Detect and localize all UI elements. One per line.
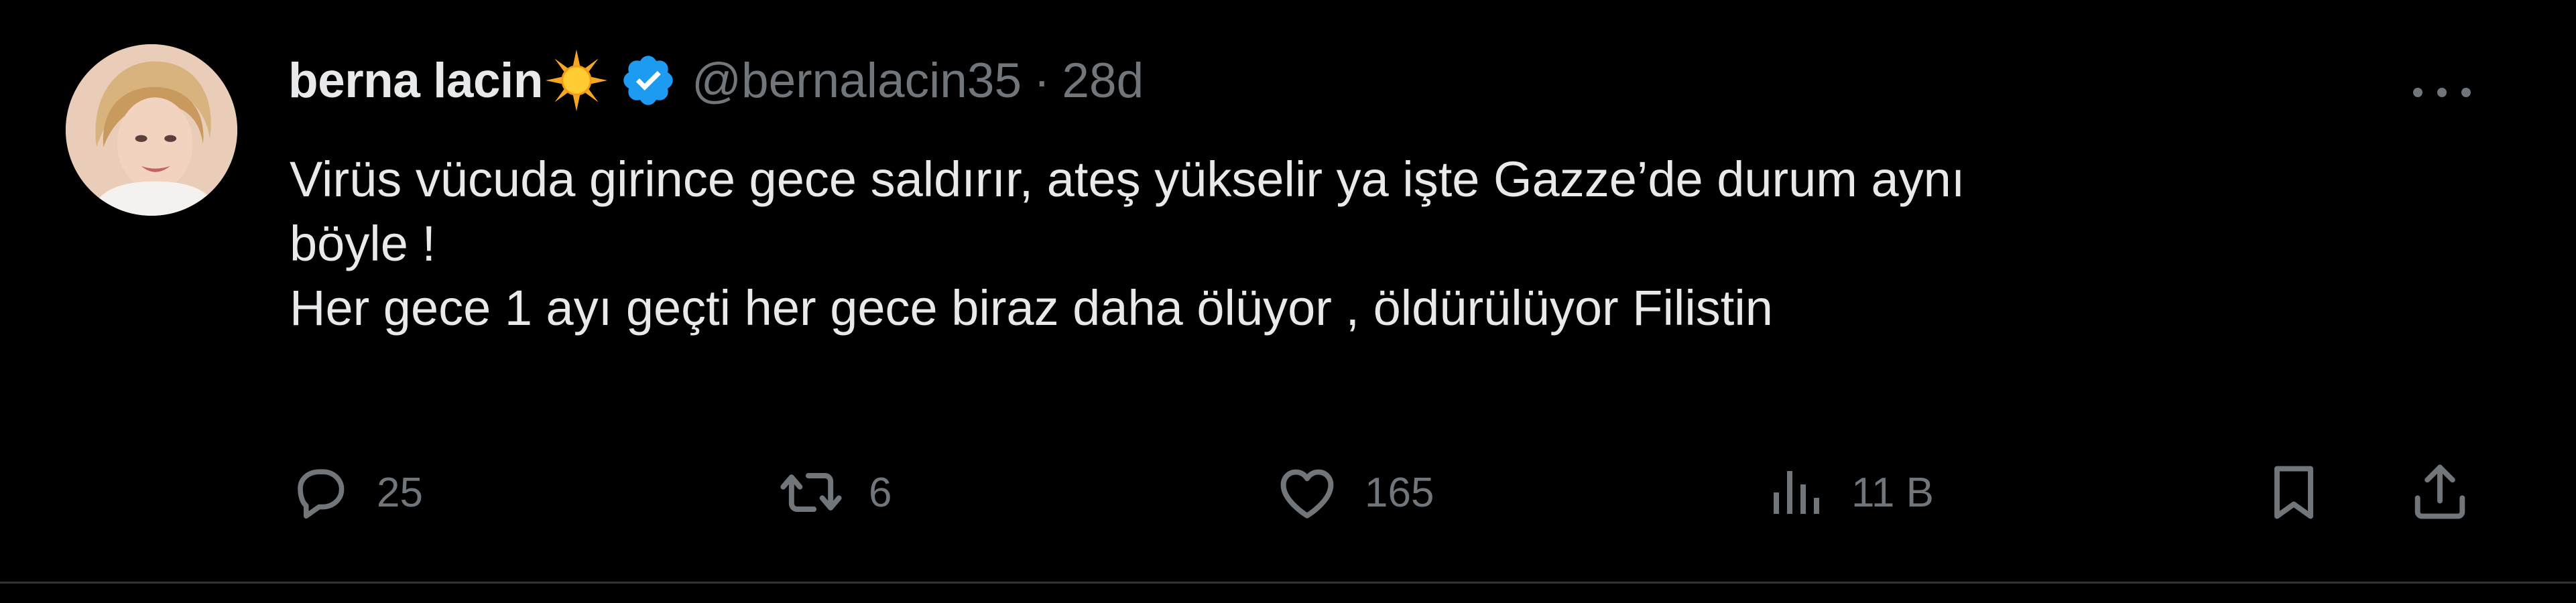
user-handle[interactable]: @bernalacin35 xyxy=(692,53,1022,109)
tweet-text-line: böyle ! xyxy=(290,216,436,271)
avatar-image xyxy=(66,44,237,216)
retweet-icon xyxy=(778,459,845,526)
views-count: 11 B xyxy=(1851,469,1934,516)
tweet-timestamp[interactable]: 28d xyxy=(1062,53,1144,109)
verified-badge-icon[interactable] xyxy=(619,52,677,109)
action-bar: 25 6 165 11 B xyxy=(0,456,2576,529)
display-name[interactable]: berna lacin xyxy=(288,53,543,109)
avatar[interactable] xyxy=(66,44,237,216)
tweet-text-line: Her gece 1 ayı geçti her gece biraz daha… xyxy=(290,280,1773,336)
views-button[interactable]: 11 B xyxy=(1763,456,1934,529)
retweet-button[interactable]: 6 xyxy=(778,456,892,529)
reply-icon xyxy=(288,460,353,525)
share-icon xyxy=(2406,459,2473,526)
tweet-text: Virüs vücuda girince gece saldırır, ateş… xyxy=(290,147,2502,340)
divider xyxy=(0,582,2576,584)
sun-emoji-icon xyxy=(544,48,609,113)
like-count: 165 xyxy=(1365,469,1434,516)
retweet-count: 6 xyxy=(869,469,892,516)
bookmark-icon xyxy=(2260,459,2327,526)
like-button[interactable]: 165 xyxy=(1274,456,1434,529)
views-icon xyxy=(1763,460,1827,525)
separator-dot: · xyxy=(1034,53,1050,108)
reply-count: 25 xyxy=(377,469,423,516)
bookmark-button[interactable] xyxy=(2260,456,2327,529)
reply-button[interactable]: 25 xyxy=(288,456,423,529)
tweet-card[interactable]: berna lacin @bernalacin35 · 28d Virüs vü… xyxy=(0,0,2576,603)
tweet-text-line: Virüs vücuda girince gece saldırır, ateş… xyxy=(290,151,1965,207)
heart-icon xyxy=(1274,459,1341,526)
more-options-icon[interactable] xyxy=(2408,79,2475,106)
tweet-header: berna lacin @bernalacin35 · 28d xyxy=(288,47,1144,114)
share-button[interactable] xyxy=(2406,456,2473,529)
